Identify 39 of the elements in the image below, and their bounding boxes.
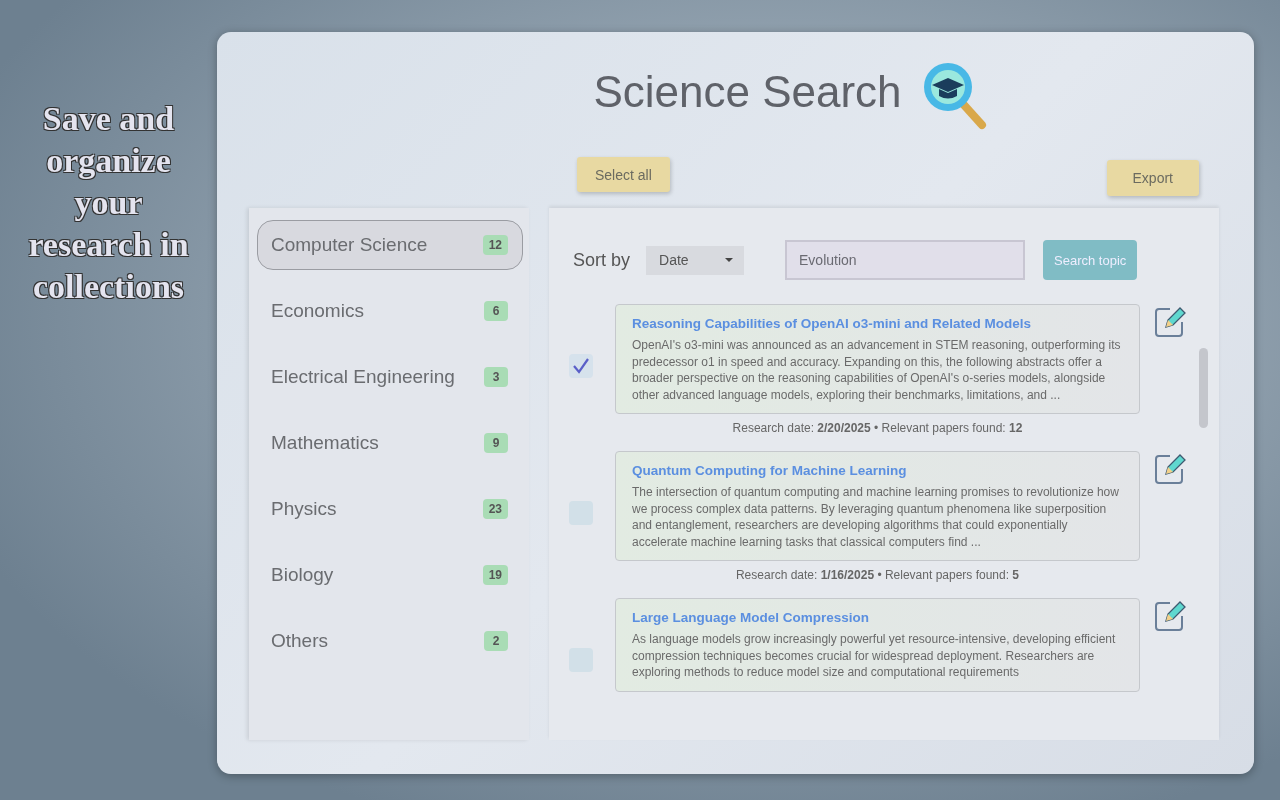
app-title: Science Search bbox=[593, 67, 902, 117]
result-abstract: As language models grow increasingly powerful yet resource-intensive, developing efficient compression techniques becomes crucial for widespread deployment. Researchers are exploring methods to reduce model size and computational requirements bbox=[632, 631, 1117, 681]
search-field[interactable]: Evolution bbox=[785, 240, 1026, 280]
count-badge: 6 bbox=[484, 301, 508, 321]
result-meta: Research date: 2/20/2025 • Relevant papers found: 12 bbox=[731, 421, 1024, 435]
result-title[interactable]: Quantum Computing for Machine Learning bbox=[632, 463, 1123, 478]
result-meta: Research date: 1/16/2025 • Relevant papers found: 5 bbox=[734, 568, 1021, 582]
caret-icon bbox=[724, 257, 735, 263]
count-badge: 9 bbox=[484, 433, 508, 453]
category-label: Biology bbox=[271, 564, 334, 586]
count-badge: 23 bbox=[482, 499, 508, 519]
category-item[interactable]: Computer Science 12 bbox=[257, 220, 523, 270]
select-all-button[interactable]: Select all bbox=[577, 157, 670, 192]
category-label: Economics bbox=[271, 300, 364, 322]
count-badge: 3 bbox=[484, 367, 508, 387]
category-item[interactable]: Physics 23 bbox=[257, 484, 523, 534]
count-badge: 19 bbox=[482, 565, 508, 585]
category-label: Mathematics bbox=[271, 432, 379, 454]
sort-dropdown[interactable]: Date bbox=[646, 245, 745, 275]
scrollbar[interactable] bbox=[1199, 348, 1208, 428]
count-badge: 2 bbox=[484, 631, 508, 651]
result-title[interactable]: Reasoning Capabilities of OpenAI o3-mini and Related Models bbox=[632, 316, 1123, 331]
category-label: Electrical Engineering bbox=[271, 366, 455, 388]
sort-label: Sort by bbox=[573, 249, 631, 271]
category-item[interactable]: Electrical Engineering 3 bbox=[257, 352, 523, 402]
result-abstract: The intersection of quantum computing and machine learning promises to revolutionize how we process complex data patterns. By leveraging quantum phenomena like superposition and entanglement, researchers are developing algorithms that could exponentially accelerate machine learning tasks that classical computers find ... bbox=[632, 484, 1120, 550]
tagline: Save and organize your research in collections bbox=[27, 99, 190, 307]
category-item[interactable]: Biology 19 bbox=[257, 550, 523, 600]
category-item[interactable]: Others 2 bbox=[257, 616, 523, 666]
category-label: Computer Science bbox=[271, 234, 428, 256]
category-item[interactable]: Mathematics 9 bbox=[257, 418, 523, 468]
category-label: Others bbox=[271, 630, 329, 652]
export-button[interactable]: Export bbox=[1106, 160, 1199, 196]
category-label: Physics bbox=[271, 498, 337, 520]
category-item[interactable]: Economics 6 bbox=[257, 286, 523, 336]
checkbox[interactable] bbox=[569, 354, 593, 378]
result-title[interactable]: Large Language Model Compression bbox=[632, 610, 1123, 625]
count-badge: 12 bbox=[482, 235, 508, 255]
result-abstract: OpenAI's o3-mini was announced as an advancement in STEM reasoning, outperforming its predecessor o1 in speed and accuracy. Expanding on this, the following abstracts offer a broader perspective on the reasoning capabilities of OpenAI's o-series models, alongside other advanced language models, exploring their benchmarks, limitations, and ... bbox=[632, 337, 1122, 403]
